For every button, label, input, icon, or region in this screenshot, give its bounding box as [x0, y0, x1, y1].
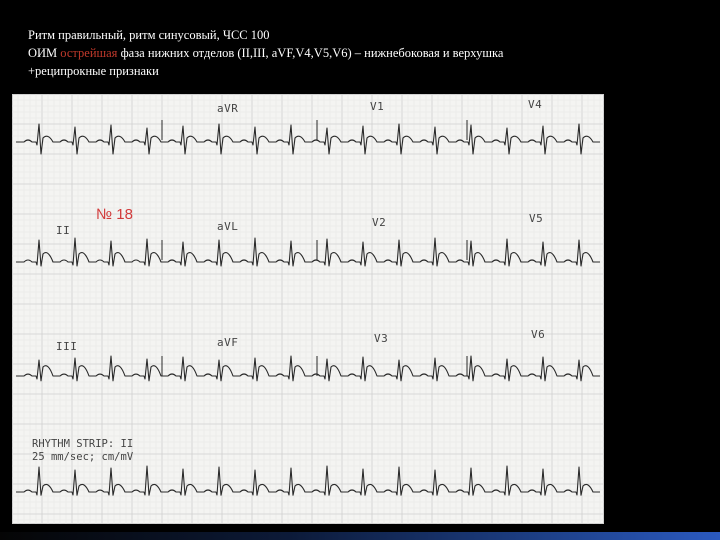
lead-label-ii: II [56, 224, 71, 237]
lead-label-v3: V3 [374, 332, 389, 345]
lead-label-v2: V2 [372, 216, 387, 229]
ecg-trace-row-1 [16, 123, 600, 155]
lead-label-iii: III [56, 340, 78, 353]
diagnosis-prefix: ОИМ [28, 46, 61, 60]
ecg-image: aVR V1 V4 II aVL V2 V5 III aVF V3 V6 № 1… [12, 94, 604, 524]
lead-label-v6: V6 [531, 328, 546, 341]
rhythm-strip-caption: RHYTHM STRIP: II 25 mm/sec; cm/mV [32, 438, 133, 464]
lead-label-v1: V1 [370, 100, 385, 113]
ecg-trace-row-3 [16, 355, 600, 382]
diagnosis-line: ОИМ острейшая фаза нижних отделов (II,II… [28, 44, 688, 62]
lead-label-avr: aVR [217, 102, 239, 115]
diagnosis-rest: фаза нижних отделов (II,III, aVF,V4,V5,V… [117, 46, 504, 60]
reciprocal-signs-line: +реципрокные признаки [28, 64, 159, 78]
diagnosis-accent: острейшая [60, 46, 118, 60]
rhythm-strip-title: RHYTHM STRIP: II [32, 438, 134, 450]
lead-label-v4: V4 [528, 98, 543, 111]
ecg-trace-row-4 [16, 465, 600, 496]
slide-text: Ритм правильный, ритм синусовый, ЧСС 100… [28, 26, 688, 80]
rhythm-description: Ритм правильный, ритм синусовый, ЧСС 100 [28, 28, 270, 42]
case-number: № 18 [96, 206, 133, 223]
rhythm-strip-settings: 25 mm/sec; cm/mV [32, 451, 134, 463]
bottom-accent-bar [0, 532, 720, 540]
lead-label-v5: V5 [529, 212, 544, 225]
lead-label-avl: aVL [217, 220, 239, 233]
lead-label-avf: aVF [217, 336, 239, 349]
